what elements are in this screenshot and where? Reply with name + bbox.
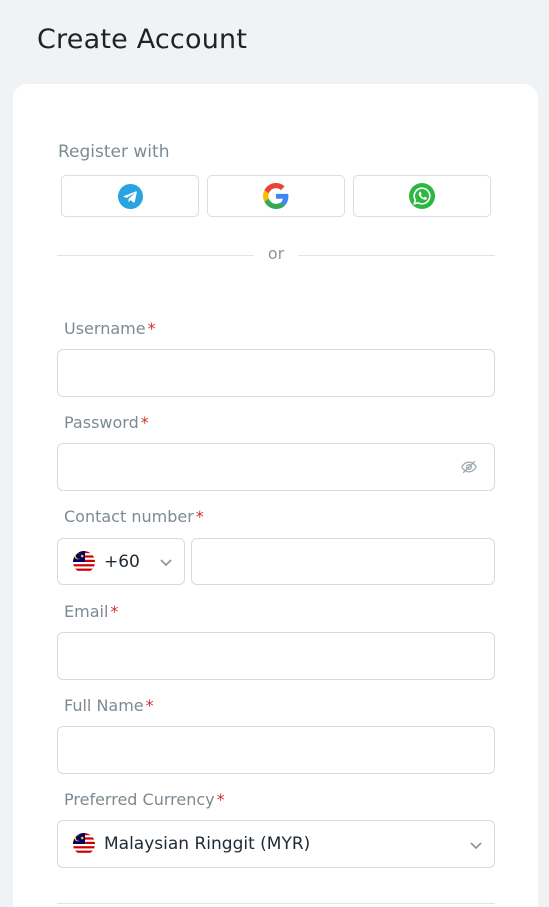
required-marker: *: [145, 696, 154, 715]
full-name-input[interactable]: [58, 727, 494, 773]
required-marker: *: [216, 790, 225, 809]
malaysia-flag-icon: [73, 550, 95, 573]
divider-or-text: or: [267, 244, 285, 263]
google-icon: [263, 183, 289, 209]
password-field[interactable]: [57, 443, 495, 491]
country-code-select[interactable]: +60: [57, 538, 185, 585]
email-input[interactable]: [58, 633, 494, 679]
full-name-field[interactable]: [57, 726, 495, 774]
username-input[interactable]: [58, 350, 494, 396]
required-marker: *: [140, 413, 149, 432]
register-with-label: Register with: [58, 142, 170, 162]
section-divider: [57, 903, 495, 904]
contact-number-input[interactable]: [192, 539, 494, 584]
password-label: Password *: [64, 413, 149, 432]
page-title: Create Account: [37, 24, 248, 55]
eye-off-icon[interactable]: [460, 458, 478, 476]
email-field[interactable]: [57, 632, 495, 680]
telegram-register-button[interactable]: [61, 175, 199, 217]
google-register-button[interactable]: [207, 175, 345, 217]
whatsapp-icon: [409, 183, 435, 209]
required-marker: *: [147, 319, 156, 338]
password-input[interactable]: [58, 444, 494, 490]
country-code-value: +60: [104, 551, 140, 572]
malaysia-flag-icon: [73, 833, 95, 855]
contact-number-label: Contact number *: [64, 507, 204, 526]
chevron-down-icon: [470, 842, 482, 850]
email-label: Email *: [64, 602, 119, 621]
full-name-label: Full Name *: [64, 696, 154, 715]
divider-left: [57, 255, 254, 256]
username-field[interactable]: [57, 349, 495, 397]
required-marker: *: [110, 602, 119, 621]
register-card: Register with or Username * Password * C…: [13, 84, 538, 907]
username-label: Username *: [64, 319, 156, 338]
telegram-icon: [117, 183, 143, 209]
chevron-down-icon: [160, 559, 172, 567]
whatsapp-register-button[interactable]: [353, 175, 491, 217]
currency-label: Preferred Currency *: [64, 790, 225, 809]
currency-select[interactable]: Malaysian Ringgit (MYR): [57, 820, 495, 868]
currency-value: Malaysian Ringgit (MYR): [104, 834, 311, 854]
required-marker: *: [195, 507, 204, 526]
contact-number-field[interactable]: [191, 538, 495, 585]
divider-right: [298, 255, 495, 256]
